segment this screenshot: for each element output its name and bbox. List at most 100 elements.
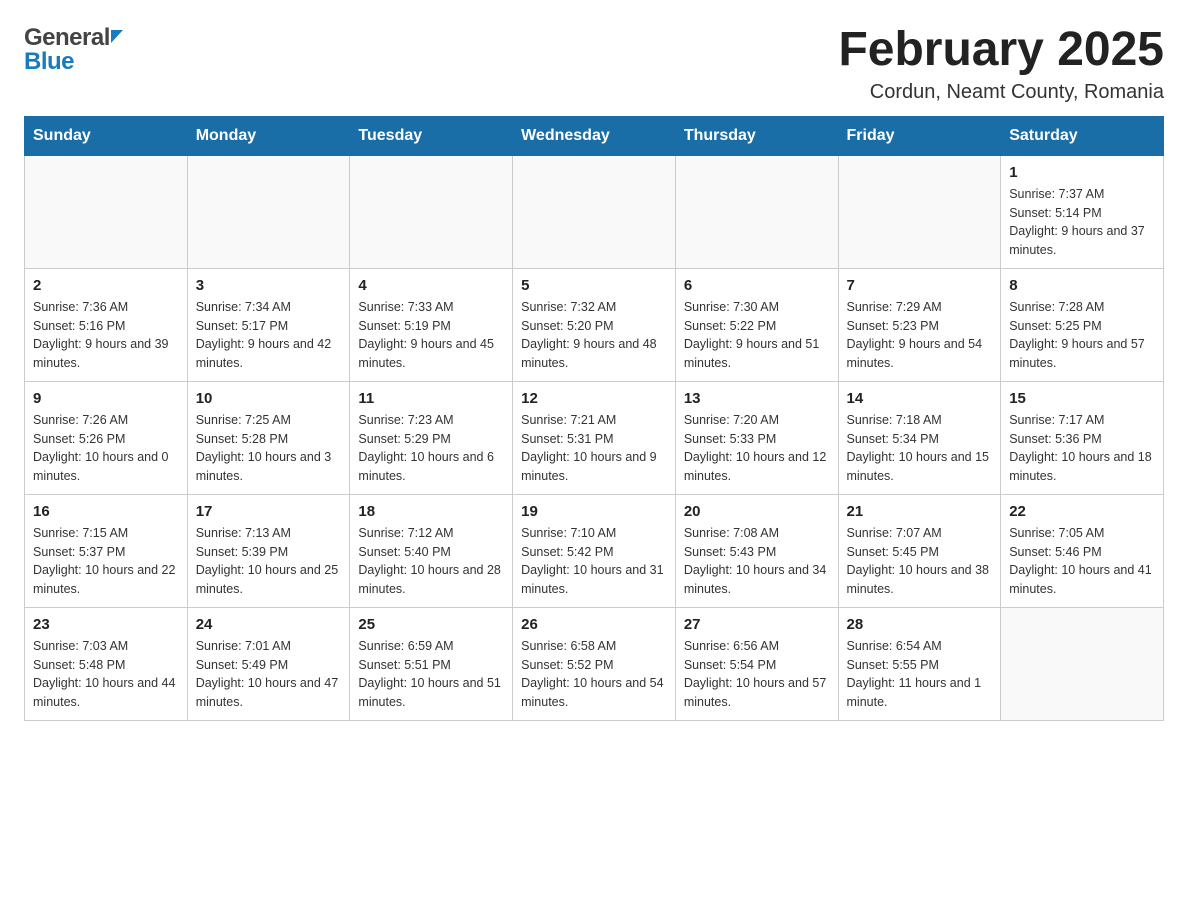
day-number: 11 <box>358 390 504 407</box>
day-info: Sunrise: 7:17 AMSunset: 5:36 PMDaylight:… <box>1009 411 1155 486</box>
calendar-cell <box>25 155 188 268</box>
calendar-cell <box>675 155 838 268</box>
calendar-cell <box>187 155 350 268</box>
day-number: 19 <box>521 503 667 520</box>
day-number: 22 <box>1009 503 1155 520</box>
weekday-header-thursday: Thursday <box>675 116 838 155</box>
day-info: Sunrise: 7:18 AMSunset: 5:34 PMDaylight:… <box>847 411 993 486</box>
calendar-week-row: 23Sunrise: 7:03 AMSunset: 5:48 PMDayligh… <box>25 607 1164 720</box>
logo: General Blue <box>24 24 123 76</box>
day-info: Sunrise: 7:25 AMSunset: 5:28 PMDaylight:… <box>196 411 342 486</box>
day-info: Sunrise: 7:34 AMSunset: 5:17 PMDaylight:… <box>196 298 342 373</box>
day-number: 4 <box>358 277 504 294</box>
day-info: Sunrise: 7:23 AMSunset: 5:29 PMDaylight:… <box>358 411 504 486</box>
day-number: 27 <box>684 616 830 633</box>
day-number: 16 <box>33 503 179 520</box>
calendar-week-row: 16 Sunrise: 7:15 AMSunset: 5:37 PMDayligh… <box>25 494 1164 607</box>
calendar-cell: 12Sunrise: 7:21 AMSunset: 5:31 PMDayligh… <box>513 381 676 494</box>
calendar-cell: 18Sunrise: 7:12 AMSunset: 5:40 PMDayligh… <box>350 494 513 607</box>
calendar-table: SundayMondayTuesdayWednesdayThursdayFrid… <box>24 116 1164 721</box>
calendar-cell: 22 Sunrise: 7:05 AMSunset: 5:46 PMDayligh… <box>1001 494 1164 607</box>
day-info: Sunrise: 7:36 AMSunset: 5:16 PMDaylight:… <box>33 298 179 373</box>
calendar-cell: 27 Sunrise: 6:56 AMSunset: 5:54 PMDayligh… <box>675 607 838 720</box>
day-info: Sunrise: 7:20 AMSunset: 5:33 PMDaylight:… <box>684 411 830 486</box>
day-number: 6 <box>684 277 830 294</box>
day-info: Sunrise: 7:15 AMSunset: 5:37 PMDaylight:… <box>33 524 179 599</box>
day-info: Sunrise: 7:32 AMSunset: 5:20 PMDaylight:… <box>521 298 667 373</box>
calendar-cell: 11 Sunrise: 7:23 AMSunset: 5:29 PMDayligh… <box>350 381 513 494</box>
calendar-cell: 21 Sunrise: 7:07 AMSunset: 5:45 PMDayligh… <box>838 494 1001 607</box>
day-number: 17 <box>196 503 342 520</box>
day-info: Sunrise: 7:12 AMSunset: 5:40 PMDaylight:… <box>358 524 504 599</box>
day-number: 21 <box>847 503 993 520</box>
calendar-cell: 5 Sunrise: 7:32 AMSunset: 5:20 PMDaylight… <box>513 268 676 381</box>
weekday-header-saturday: Saturday <box>1001 116 1164 155</box>
calendar-cell: 1Sunrise: 7:37 AMSunset: 5:14 PMDaylight… <box>1001 155 1164 268</box>
page-header: General Blue February 2025 Cordun, Neamt… <box>24 24 1164 104</box>
calendar-cell: 26Sunrise: 6:58 AMSunset: 5:52 PMDayligh… <box>513 607 676 720</box>
day-number: 26 <box>521 616 667 633</box>
calendar-cell: 9 Sunrise: 7:26 AMSunset: 5:26 PMDaylight… <box>25 381 188 494</box>
day-number: 2 <box>33 277 179 294</box>
calendar-cell: 3 Sunrise: 7:34 AMSunset: 5:17 PMDaylight… <box>187 268 350 381</box>
day-number: 12 <box>521 390 667 407</box>
title-block: February 2025 Cordun, Neamt County, Roma… <box>838 24 1164 104</box>
logo-blue-text: Blue <box>24 48 74 76</box>
calendar-cell: 23Sunrise: 7:03 AMSunset: 5:48 PMDayligh… <box>25 607 188 720</box>
day-number: 13 <box>684 390 830 407</box>
calendar-cell: 4 Sunrise: 7:33 AMSunset: 5:19 PMDaylight… <box>350 268 513 381</box>
calendar-cell: 24 Sunrise: 7:01 AMSunset: 5:49 PMDayligh… <box>187 607 350 720</box>
weekday-header-friday: Friday <box>838 116 1001 155</box>
day-number: 3 <box>196 277 342 294</box>
day-info: Sunrise: 6:56 AMSunset: 5:54 PMDaylight:… <box>684 637 830 712</box>
day-number: 24 <box>196 616 342 633</box>
weekday-header-row: SundayMondayTuesdayWednesdayThursdayFrid… <box>25 116 1164 155</box>
day-number: 7 <box>847 277 993 294</box>
calendar-header: SundayMondayTuesdayWednesdayThursdayFrid… <box>25 116 1164 155</box>
day-info: Sunrise: 7:33 AMSunset: 5:19 PMDaylight:… <box>358 298 504 373</box>
weekday-header-tuesday: Tuesday <box>350 116 513 155</box>
calendar-cell <box>513 155 676 268</box>
day-info: Sunrise: 7:29 AMSunset: 5:23 PMDaylight:… <box>847 298 993 373</box>
calendar-cell: 25Sunrise: 6:59 AMSunset: 5:51 PMDayligh… <box>350 607 513 720</box>
calendar-body: 1Sunrise: 7:37 AMSunset: 5:14 PMDaylight… <box>25 155 1164 720</box>
calendar-cell <box>1001 607 1164 720</box>
day-number: 14 <box>847 390 993 407</box>
calendar-cell: 16 Sunrise: 7:15 AMSunset: 5:37 PMDayligh… <box>25 494 188 607</box>
day-info: Sunrise: 6:59 AMSunset: 5:51 PMDaylight:… <box>358 637 504 712</box>
calendar-week-row: 9 Sunrise: 7:26 AMSunset: 5:26 PMDaylight… <box>25 381 1164 494</box>
day-number: 10 <box>196 390 342 407</box>
calendar-week-row: 2 Sunrise: 7:36 AMSunset: 5:16 PMDaylight… <box>25 268 1164 381</box>
day-number: 15 <box>1009 390 1155 407</box>
calendar-cell: 28 Sunrise: 6:54 AMSunset: 5:55 PMDayligh… <box>838 607 1001 720</box>
calendar-cell: 20Sunrise: 7:08 AMSunset: 5:43 PMDayligh… <box>675 494 838 607</box>
logo-arrow-icon <box>111 30 123 43</box>
calendar-title: February 2025 <box>838 24 1164 77</box>
calendar-cell: 13 Sunrise: 7:20 AMSunset: 5:33 PMDayligh… <box>675 381 838 494</box>
day-info: Sunrise: 7:10 AMSunset: 5:42 PMDaylight:… <box>521 524 667 599</box>
calendar-cell <box>350 155 513 268</box>
day-number: 5 <box>521 277 667 294</box>
calendar-cell: 14 Sunrise: 7:18 AMSunset: 5:34 PMDayligh… <box>838 381 1001 494</box>
calendar-cell: 17 Sunrise: 7:13 AMSunset: 5:39 PMDayligh… <box>187 494 350 607</box>
day-info: Sunrise: 7:13 AMSunset: 5:39 PMDaylight:… <box>196 524 342 599</box>
day-info: Sunrise: 7:26 AMSunset: 5:26 PMDaylight:… <box>33 411 179 486</box>
day-number: 9 <box>33 390 179 407</box>
calendar-cell: 8Sunrise: 7:28 AMSunset: 5:25 PMDaylight… <box>1001 268 1164 381</box>
day-number: 28 <box>847 616 993 633</box>
day-info: Sunrise: 7:01 AMSunset: 5:49 PMDaylight:… <box>196 637 342 712</box>
calendar-cell: 15 Sunrise: 7:17 AMSunset: 5:36 PMDayligh… <box>1001 381 1164 494</box>
day-info: Sunrise: 7:05 AMSunset: 5:46 PMDaylight:… <box>1009 524 1155 599</box>
calendar-cell: 10 Sunrise: 7:25 AMSunset: 5:28 PMDayligh… <box>187 381 350 494</box>
calendar-cell <box>838 155 1001 268</box>
day-info: Sunrise: 7:30 AMSunset: 5:22 PMDaylight:… <box>684 298 830 373</box>
day-number: 1 <box>1009 164 1155 181</box>
calendar-cell: 2 Sunrise: 7:36 AMSunset: 5:16 PMDaylight… <box>25 268 188 381</box>
calendar-subtitle: Cordun, Neamt County, Romania <box>838 81 1164 104</box>
calendar-cell: 6 Sunrise: 7:30 AMSunset: 5:22 PMDaylight… <box>675 268 838 381</box>
day-info: Sunrise: 7:07 AMSunset: 5:45 PMDaylight:… <box>847 524 993 599</box>
day-info: Sunrise: 6:54 AMSunset: 5:55 PMDaylight:… <box>847 637 993 712</box>
weekday-header-wednesday: Wednesday <box>513 116 676 155</box>
day-number: 8 <box>1009 277 1155 294</box>
day-info: Sunrise: 7:03 AMSunset: 5:48 PMDaylight:… <box>33 637 179 712</box>
